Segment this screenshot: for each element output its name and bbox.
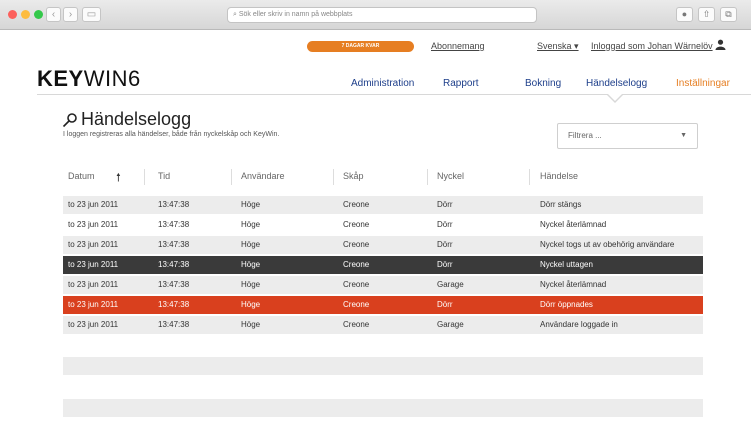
close-window-button[interactable]	[8, 10, 17, 19]
table-header: Datum 🠕 Tid Användare Skåp Nyckel Händel…	[63, 165, 703, 189]
cell-tid: 13:47:38	[158, 200, 190, 209]
tabs-icon[interactable]: ⧉	[720, 7, 737, 22]
cell-datum: to 23 jun 2011	[68, 260, 119, 269]
cell-datum: to 23 jun 2011	[68, 220, 119, 229]
minimize-window-button[interactable]	[21, 10, 30, 19]
column-header-nyckel[interactable]: Nyckel	[437, 171, 464, 181]
empty-row	[63, 357, 703, 375]
cell-datum: to 23 jun 2011	[68, 200, 119, 209]
cell-handelse: Dörr stängs	[540, 200, 582, 209]
cell-datum: to 23 jun 2011	[68, 240, 119, 249]
share-icon[interactable]: ⇧	[698, 7, 715, 22]
page-subtitle: I loggen registreras alla händelser, båd…	[63, 131, 280, 138]
cell-datum: to 23 jun 2011	[68, 280, 119, 289]
cell-skap: Creone	[343, 240, 370, 249]
download-icon[interactable]: ●	[676, 7, 693, 22]
cell-nyckel: Dörr	[437, 240, 453, 249]
logged-in-user-link[interactable]: Inloggad som Johan Wärnelöv	[591, 41, 713, 51]
nav-bokning[interactable]: Bokning	[525, 78, 561, 89]
cell-anvandare: Höge	[241, 260, 261, 269]
cell-anvandare: Höge	[241, 300, 261, 309]
column-divider	[333, 169, 334, 185]
table-row-selected[interactable]: to 23 jun 2011 13:47:38 Höge Creone Dörr…	[63, 256, 703, 274]
cell-anvandare: Höge	[241, 280, 261, 289]
sidebar-toggle-icon[interactable]: ▭	[82, 7, 101, 22]
table-row[interactable]: to 23 jun 2011 13:47:38 Höge Creone Dörr…	[63, 196, 703, 214]
cell-tid: 13:47:38	[158, 220, 190, 229]
page-title: Händelselogg	[81, 109, 192, 129]
column-divider	[144, 169, 145, 185]
forward-icon[interactable]: ›	[63, 7, 78, 22]
column-divider	[529, 169, 530, 185]
back-icon[interactable]: ‹	[46, 7, 61, 22]
cell-nyckel: Dörr	[437, 300, 453, 309]
trial-badge[interactable]: 7 DAGAR KVAR	[307, 41, 414, 52]
filter-placeholder: Filtrera ...	[568, 131, 602, 140]
cell-datum: to 23 jun 2011	[68, 320, 119, 329]
cell-anvandare: Höge	[241, 220, 261, 229]
cell-anvandare: Höge	[241, 200, 261, 209]
cell-skap: Creone	[343, 300, 370, 309]
column-header-anvandare[interactable]: Användare	[241, 171, 285, 181]
key-icon	[62, 113, 77, 128]
nav-administration[interactable]: Administration	[351, 78, 414, 89]
table-row[interactable]: to 23 jun 2011 13:47:38 Höge Creone Dörr…	[63, 216, 703, 234]
column-header-datum[interactable]: Datum	[68, 171, 95, 181]
nav-handelselogg[interactable]: Händelselogg	[586, 78, 647, 89]
column-header-skap[interactable]: Skåp	[343, 171, 364, 181]
nav-rapport[interactable]: Rapport	[443, 78, 479, 89]
filter-dropdown[interactable]: Filtrera ... ▼	[557, 123, 698, 149]
empty-row	[63, 399, 703, 417]
nav-installningar[interactable]: Inställningar	[676, 78, 730, 89]
cell-skap: Creone	[343, 200, 370, 209]
address-bar[interactable]: ⌕ Sök eller skriv in namn på webbplats	[227, 7, 537, 23]
language-selector[interactable]: Svenska ▾	[537, 41, 579, 52]
cell-tid: 13:47:38	[158, 300, 190, 309]
cell-skap: Creone	[343, 280, 370, 289]
cell-nyckel: Dörr	[437, 260, 453, 269]
user-icon[interactable]	[715, 39, 726, 50]
table-row-alert[interactable]: to 23 jun 2011 13:47:38 Höge Creone Dörr…	[63, 296, 703, 314]
cell-nyckel: Dörr	[437, 200, 453, 209]
header-divider	[37, 94, 751, 95]
cell-handelse: Nyckel uttagen	[540, 260, 593, 269]
keywin-logo[interactable]: KEYWIN6	[37, 66, 141, 92]
cell-tid: 13:47:38	[158, 240, 190, 249]
cell-nyckel: Garage	[437, 280, 464, 289]
cell-skap: Creone	[343, 220, 370, 229]
cell-tid: 13:47:38	[158, 280, 190, 289]
column-header-handelse[interactable]: Händelse	[540, 171, 578, 181]
column-header-tid[interactable]: Tid	[158, 171, 170, 181]
cell-nyckel: Dörr	[437, 220, 453, 229]
cell-skap: Creone	[343, 260, 370, 269]
cell-tid: 13:47:38	[158, 320, 190, 329]
cell-anvandare: Höge	[241, 240, 261, 249]
browser-toolbar: ‹ › ▭ ⌕ Sök eller skriv in namn på webbp…	[0, 0, 751, 30]
cell-anvandare: Höge	[241, 320, 261, 329]
cell-handelse: Nyckel återlämnad	[540, 280, 607, 289]
table-row[interactable]: to 23 jun 2011 13:47:38 Höge Creone Dörr…	[63, 236, 703, 254]
address-placeholder: Sök eller skriv in namn på webbplats	[238, 11, 353, 18]
cell-skap: Creone	[343, 320, 370, 329]
cell-tid: 13:47:38	[158, 260, 190, 269]
zoom-window-button[interactable]	[34, 10, 43, 19]
cell-handelse: Nyckel togs ut av obehörig användare	[540, 240, 675, 249]
column-divider	[231, 169, 232, 185]
sort-ascending-icon[interactable]: 🠕	[116, 169, 121, 188]
cell-handelse: Nyckel återlämnad	[540, 220, 607, 229]
cell-nyckel: Garage	[437, 320, 464, 329]
active-nav-indicator	[606, 93, 624, 103]
table-row[interactable]: to 23 jun 2011 13:47:38 Höge Creone Gara…	[63, 276, 703, 294]
cell-handelse: Användare loggade in	[540, 320, 618, 329]
cell-handelse: Dörr öppnades	[540, 300, 593, 309]
column-divider	[427, 169, 428, 185]
subscription-link[interactable]: Abonnemang	[431, 41, 485, 51]
cell-datum: to 23 jun 2011	[68, 300, 119, 309]
table-row[interactable]: to 23 jun 2011 13:47:38 Höge Creone Gara…	[63, 316, 703, 334]
chevron-down-icon: ▼	[680, 132, 687, 139]
